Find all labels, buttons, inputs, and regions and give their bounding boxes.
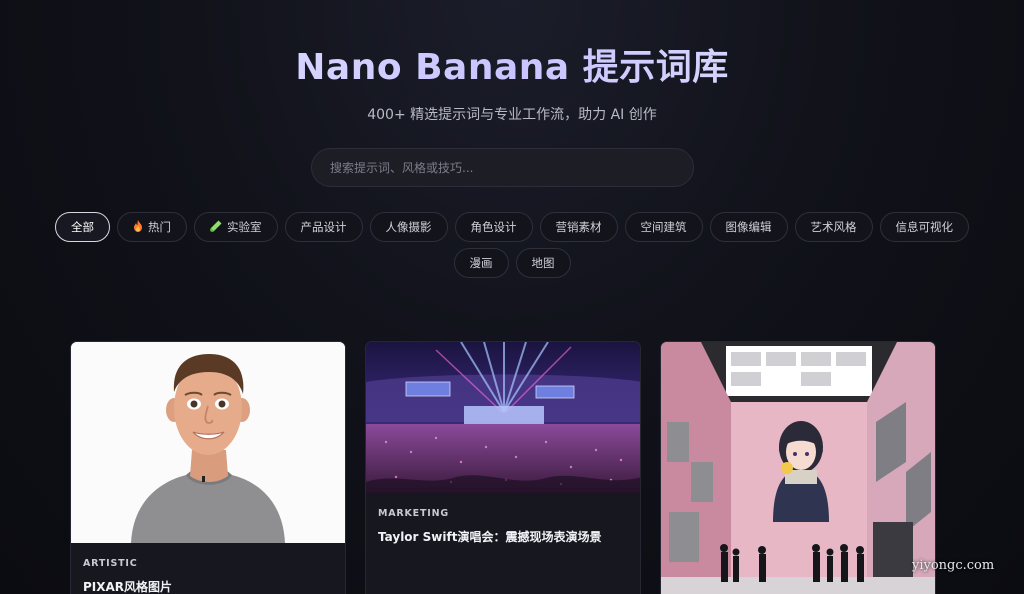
page-subtitle: 400+ 精选提示词与专业工作流，助力 AI 创作 xyxy=(367,107,657,123)
filter-chip-label: 营销素材 xyxy=(555,220,602,234)
filter-chip-marketing[interactable]: 营销素材 xyxy=(539,212,618,242)
card-image-pixar-portrait xyxy=(71,342,345,543)
prompt-card[interactable]: ARTISTIC PIXAR风格图片 xyxy=(70,341,346,594)
prompt-card[interactable] xyxy=(660,341,936,594)
filter-chip-label: 图像编辑 xyxy=(725,220,772,234)
search-box xyxy=(311,148,694,187)
card-title: PIXAR风格图片 xyxy=(83,580,173,594)
filter-chip-architecture[interactable]: 空间建筑 xyxy=(624,212,703,242)
page-title: Nano Banana 提示词库 xyxy=(0,38,1024,90)
flask-icon xyxy=(210,220,222,234)
card-title: Taylor Swift演唱会：震撼现场表演场景 xyxy=(378,530,602,544)
fire-icon xyxy=(133,220,143,234)
card-category: MARKETING xyxy=(378,508,449,519)
filter-chip-image-editing[interactable]: 图像编辑 xyxy=(709,212,788,242)
page: Nano Banana 提示词库 400+ 精选提示词与专业工作流，助力 AI … xyxy=(0,0,1024,594)
prompt-card-grid: ARTISTIC PIXAR风格图片 MARKETING Taylor Swif… xyxy=(70,341,936,594)
filter-chip-all[interactable]: 全部 xyxy=(55,212,110,242)
filter-chip-label: 信息可视化 xyxy=(895,220,954,234)
filter-chip-label: 全部 xyxy=(71,220,94,234)
card-image-concert xyxy=(366,342,640,493)
filter-chip-label: 空间建筑 xyxy=(640,220,687,234)
filter-chip-label: 热门 xyxy=(148,220,171,234)
prompt-card[interactable]: MARKETING Taylor Swift演唱会：震撼现场表演场景 xyxy=(365,341,641,594)
filter-chip-label: 艺术风格 xyxy=(810,220,857,234)
filter-chip-label: 实验室 xyxy=(227,220,262,234)
filter-chip-lab[interactable]: 实验室 xyxy=(194,212,278,242)
filter-chip-comic[interactable]: 漫画 xyxy=(453,248,509,278)
category-filter-bar: 全部 热门 实验室 产品设计 人像摄影 角色设计 营销素材 空间建筑 图像编辑 … xyxy=(40,212,984,278)
card-image-anime-gallery xyxy=(661,342,935,594)
filter-chip-portrait[interactable]: 人像摄影 xyxy=(369,212,448,242)
filter-chip-label: 漫画 xyxy=(469,256,493,270)
card-category: ARTISTIC xyxy=(83,558,138,569)
filter-chip-character-design[interactable]: 角色设计 xyxy=(454,212,533,242)
filter-chip-hot[interactable]: 热门 xyxy=(117,212,187,242)
filter-chip-map[interactable]: 地图 xyxy=(515,248,571,278)
filter-chip-art-style[interactable]: 艺术风格 xyxy=(794,212,873,242)
search-input[interactable] xyxy=(312,149,693,186)
filter-chip-infographic[interactable]: 信息可视化 xyxy=(879,212,969,242)
filter-chip-label: 地图 xyxy=(531,256,555,270)
filter-chip-label: 产品设计 xyxy=(300,220,347,234)
filter-chip-product-design[interactable]: 产品设计 xyxy=(284,212,363,242)
watermark: yiyongc.com xyxy=(912,558,995,573)
filter-chip-label: 角色设计 xyxy=(470,220,517,234)
filter-chip-label: 人像摄影 xyxy=(385,220,432,234)
